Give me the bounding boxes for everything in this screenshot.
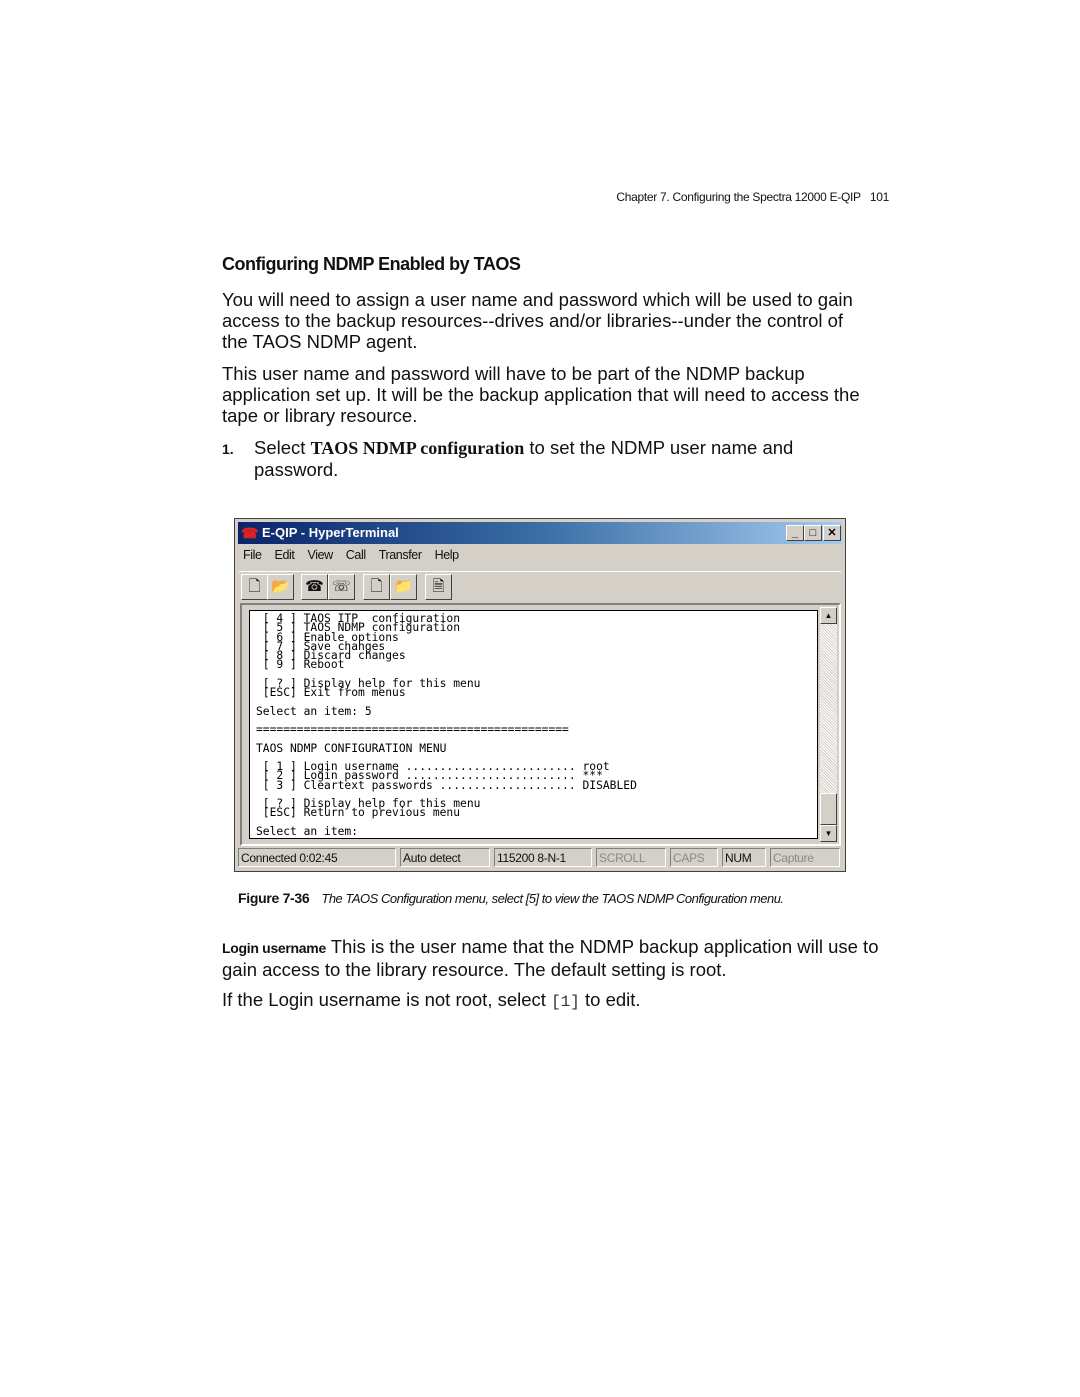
document-page: Chapter 7. Configuring the Spectra 12000… [0, 0, 1080, 1397]
code: [1] [551, 993, 580, 1011]
menu-edit[interactable]: Edit [275, 548, 295, 562]
open-icon[interactable]: 📂 [267, 574, 294, 600]
maximize-button[interactable]: □ [804, 525, 822, 541]
figure-label: Figure 7-36 [238, 890, 310, 906]
text: If the Login username is not root, selec… [222, 989, 552, 1010]
title-bar[interactable]: ☎ E-QIP - HyperTerminal _ □ ✕ [238, 522, 842, 544]
status-capture: Capture [770, 848, 840, 867]
menu-transfer[interactable]: Transfer [379, 548, 422, 562]
step-number: 1. [222, 441, 234, 457]
terminal-area: [ 4 ] TAOS ITP configuration [ 5 ] TAOS … [240, 603, 841, 846]
call-icon[interactable]: ☎ [301, 574, 328, 600]
text: to edit. [579, 989, 641, 1010]
figure-text: The TAOS Configuration menu, select [5] … [321, 891, 784, 906]
section-heading: Configuring NDMP Enabled by TAOS [222, 254, 521, 274]
terminal-screen[interactable]: [ 4 ] TAOS ITP configuration [ 5 ] TAOS … [249, 610, 818, 839]
vertical-scrollbar[interactable]: ▲ ▼ [820, 607, 837, 842]
step-text: Select TAOS NDMP configuration to set th… [254, 437, 854, 481]
definition-term: Login username [222, 940, 326, 956]
toolbar: 🗋 📂 ☎ ☏ 🗋 📁 🗎 [239, 571, 841, 602]
menu-call[interactable]: Call [346, 548, 366, 562]
step-bold: TAOS NDMP configuration [310, 438, 525, 458]
close-button[interactable]: ✕ [823, 525, 841, 541]
step-pre: Select [254, 437, 311, 458]
status-connected: Connected 0:02:45 [238, 848, 396, 867]
status-detect: Auto detect [400, 848, 490, 867]
scroll-down-button[interactable]: ▼ [820, 825, 837, 842]
menu-file[interactable]: File [243, 548, 262, 562]
menu-bar: File Edit View Call Transfer Help [243, 548, 472, 562]
receive-icon[interactable]: 📁 [390, 574, 417, 600]
figure-caption: Figure 7-36 The TAOS Configuration menu, … [238, 890, 784, 906]
paragraph: This user name and password will have to… [222, 363, 860, 426]
status-num: NUM [722, 848, 766, 867]
scroll-up-button[interactable]: ▲ [820, 607, 837, 624]
scroll-thumb[interactable] [820, 793, 837, 825]
disconnect-icon[interactable]: ☏ [328, 574, 355, 600]
window-title: E-QIP - HyperTerminal [262, 525, 399, 540]
menu-view[interactable]: View [308, 548, 334, 562]
hyperterminal-window: ☎ E-QIP - HyperTerminal _ □ ✕ File Edit Vi… [234, 518, 846, 872]
hyperterminal-icon: ☎ [241, 525, 259, 541]
terminal-text: [ 4 ] TAOS ITP configuration [ 5 ] TAOS … [256, 612, 637, 838]
properties-icon[interactable]: 🗎 [425, 574, 452, 600]
running-head: Chapter 7. Configuring the Spectra 12000… [616, 190, 861, 204]
running-header: Chapter 7. Configuring the Spectra 12000… [500, 190, 889, 204]
paragraph: If the Login username is not root, selec… [222, 989, 872, 1013]
definition-login-username: Login username This is the user name tha… [222, 936, 882, 981]
status-caps: CAPS [670, 848, 718, 867]
menu-help[interactable]: Help [435, 548, 460, 562]
status-scroll: SCROLL [596, 848, 666, 867]
minimize-button[interactable]: _ [786, 525, 804, 541]
new-icon[interactable]: 🗋 [241, 574, 268, 600]
page-number: 101 [869, 190, 889, 204]
send-icon[interactable]: 🗋 [363, 574, 390, 600]
paragraph: You will need to assign a user name and … [222, 289, 853, 352]
status-bar: Connected 0:02:45 Auto detect 115200 8-N… [238, 848, 842, 868]
status-port: 115200 8-N-1 [494, 848, 592, 867]
